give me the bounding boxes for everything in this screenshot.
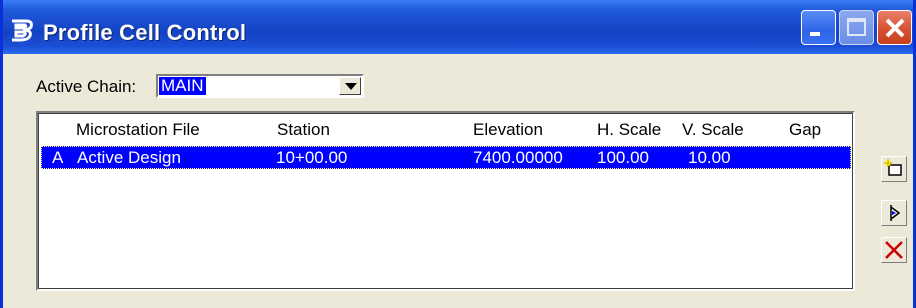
column-header-gap: Gap xyxy=(789,120,822,139)
column-header-elevation: Elevation xyxy=(473,120,543,139)
active-chain-value: MAIN xyxy=(159,76,206,95)
cell-microstation-file: Active Design xyxy=(77,148,181,167)
cell-v-scale: 10.00 xyxy=(688,148,731,167)
profile-cell-list[interactable]: Microstation File Station Elevation H. S… xyxy=(36,111,855,291)
column-header-v-scale: V. Scale xyxy=(682,120,744,139)
column-header-h-scale: H. Scale xyxy=(597,120,662,139)
modify-cell-icon xyxy=(890,205,901,221)
delete-cell-icon xyxy=(885,241,903,259)
active-chain-dropdown[interactable]: MAIN xyxy=(156,74,364,98)
delete-cell-button[interactable] xyxy=(881,237,907,263)
profile-cell-control-window: Profile Cell Control Active Chain: MAIN … xyxy=(0,0,916,308)
title-bar[interactable]: Profile Cell Control xyxy=(3,0,913,54)
minimize-icon xyxy=(810,32,820,36)
cell-elevation: 7400.00000 xyxy=(473,148,563,167)
add-cell-icon xyxy=(884,159,902,176)
column-header-station: Station xyxy=(277,120,330,139)
chevron-down-icon xyxy=(345,83,357,90)
close-button[interactable] xyxy=(877,10,912,45)
maximize-icon xyxy=(847,18,866,36)
column-header-microstation-file: Microstation File xyxy=(76,120,200,139)
close-icon xyxy=(885,18,905,38)
bentley-b-icon xyxy=(9,18,37,42)
list-frame: Microstation File Station Elevation H. S… xyxy=(38,113,853,289)
table-row[interactable]: A Active Design 10+00.00 7400.00000 100.… xyxy=(41,146,851,169)
modify-cell-button[interactable] xyxy=(881,200,907,226)
window-title: Profile Cell Control xyxy=(43,20,247,45)
cell-h-scale: 100.00 xyxy=(597,148,649,167)
maximize-button[interactable] xyxy=(839,10,874,45)
dropdown-arrow-button[interactable] xyxy=(339,77,361,95)
row-marker: A xyxy=(52,148,64,167)
add-cell-button[interactable] xyxy=(881,156,907,182)
cell-station: 10+00.00 xyxy=(276,148,348,167)
active-chain-label: Active Chain: xyxy=(36,77,137,96)
minimize-button[interactable] xyxy=(801,10,836,45)
